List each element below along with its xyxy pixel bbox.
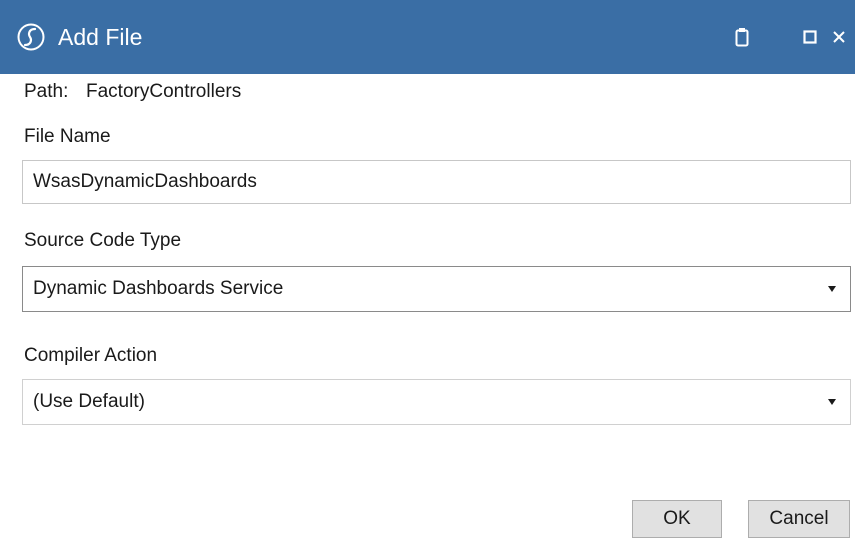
dialog-title: Add File	[58, 24, 143, 50]
cancel-button[interactable]: Cancel	[748, 500, 850, 538]
dialog-titlebar: Add File	[0, 0, 855, 74]
path-value: FactoryControllers	[86, 81, 242, 102]
dropdown-arrow-icon	[828, 399, 836, 405]
source-code-type-select[interactable]: Dynamic Dashboards Service	[22, 266, 851, 312]
source-code-type-value: Dynamic Dashboards Service	[33, 278, 284, 299]
close-icon	[833, 31, 845, 43]
maximize-icon	[803, 30, 817, 44]
file-name-label: File Name	[24, 126, 111, 147]
compiler-action-select[interactable]: (Use Default)	[22, 379, 851, 425]
clipboard-button[interactable]	[729, 22, 755, 52]
compiler-action-value: (Use Default)	[33, 391, 145, 412]
maximize-button[interactable]	[797, 22, 823, 52]
app-logo-icon	[17, 23, 45, 51]
ok-button[interactable]: OK	[632, 500, 722, 538]
dropdown-arrow-icon	[828, 286, 836, 292]
path-label: Path:	[24, 81, 69, 102]
file-name-input[interactable]: WsasDynamicDashboards	[22, 160, 851, 204]
clipboard-icon	[735, 28, 749, 47]
compiler-action-label: Compiler Action	[24, 345, 158, 366]
source-code-type-label: Source Code Type	[24, 230, 182, 251]
close-button[interactable]	[826, 22, 852, 52]
